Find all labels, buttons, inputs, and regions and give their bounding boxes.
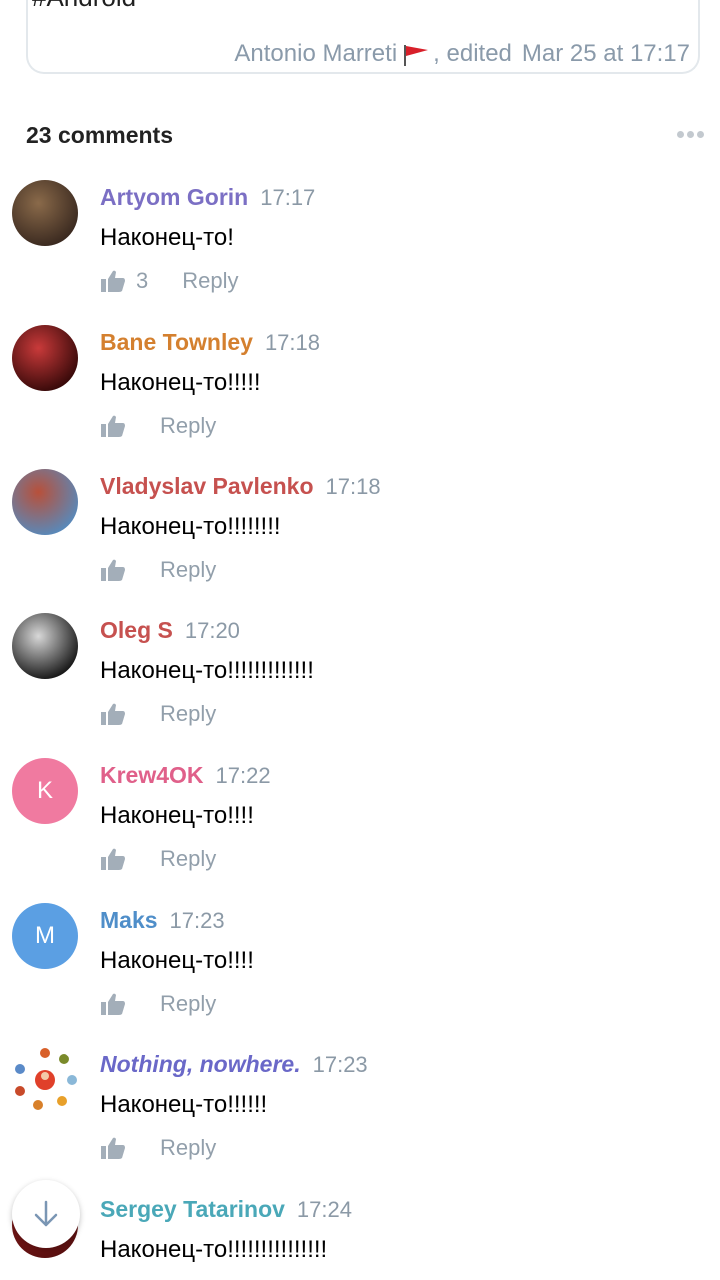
comment-header: Oleg S 17:20 bbox=[100, 617, 240, 644]
reply-button[interactable]: Reply bbox=[160, 991, 216, 1017]
avatar[interactable] bbox=[12, 613, 78, 679]
avatar[interactable]: M bbox=[12, 903, 78, 969]
thumbs-up-icon bbox=[101, 703, 125, 725]
like-button[interactable] bbox=[100, 847, 126, 871]
thumbs-up-icon bbox=[101, 848, 125, 870]
comment-actions: Reply bbox=[100, 991, 216, 1017]
like-button[interactable] bbox=[100, 1136, 126, 1160]
comment-author[interactable]: Krew4OK bbox=[100, 762, 204, 788]
comment-header: Sergey Tatarinov 17:24 bbox=[100, 1196, 352, 1223]
comment-time[interactable]: 17:23 bbox=[313, 1052, 368, 1077]
comment-header: Nothing, nowhere. 17:23 bbox=[100, 1051, 368, 1078]
comment-text: Наконец-то!!!!!!!!!!!!!!! bbox=[100, 1236, 328, 1263]
reply-button[interactable]: Reply bbox=[160, 1135, 216, 1161]
avatar[interactable]: K bbox=[12, 758, 78, 824]
post-author[interactable]: Antonio Marreti bbox=[234, 40, 397, 68]
comment-author[interactable]: Sergey Tatarinov bbox=[100, 1196, 285, 1222]
comment-actions: Reply bbox=[100, 846, 216, 872]
edited-label: , edited bbox=[433, 40, 512, 67]
avatar[interactable] bbox=[12, 469, 78, 535]
comment-item: Vladyslav Pavlenko 17:18 Наконец-то!!!!!!… bbox=[0, 469, 720, 613]
comment-time[interactable]: 17:24 bbox=[297, 1197, 352, 1222]
more-dots-icon[interactable] bbox=[677, 131, 704, 138]
avatar[interactable] bbox=[12, 325, 78, 391]
comment-item: Oleg S 17:20 Наконец-то!!!!!!!!!!!!! Repl… bbox=[0, 613, 720, 757]
like-count: 3 bbox=[136, 268, 149, 293]
post-meta: Antonio Marreti , edited Mar 25 at 17:17 bbox=[234, 40, 690, 68]
comment-author[interactable]: Vladyslav Pavlenko bbox=[100, 473, 314, 499]
comment-actions: 3 Reply bbox=[100, 268, 239, 294]
comment-actions: Reply bbox=[100, 701, 216, 727]
reply-button[interactable]: Reply bbox=[160, 413, 216, 439]
like-button[interactable] bbox=[100, 702, 126, 726]
comment-time[interactable]: 17:22 bbox=[216, 763, 271, 788]
like-button[interactable] bbox=[100, 992, 126, 1016]
comment-item: Bane Townley 17:18 Наконец-то!!!!! Reply bbox=[0, 325, 720, 469]
comment-header: Artyom Gorin 17:17 bbox=[100, 184, 315, 211]
red-flag-icon bbox=[404, 45, 429, 66]
thumbs-up-icon bbox=[101, 1137, 125, 1159]
comment-actions: Reply bbox=[100, 1135, 216, 1161]
reply-button[interactable]: Reply bbox=[182, 268, 238, 294]
comment-header: Bane Townley 17:18 bbox=[100, 329, 320, 356]
like-button[interactable] bbox=[100, 558, 126, 582]
like-button[interactable]: 3 bbox=[100, 268, 148, 294]
comment-author[interactable]: Oleg S bbox=[100, 617, 173, 643]
comment-text: Наконец-то!!!! bbox=[100, 802, 254, 829]
comment-author[interactable]: Bane Townley bbox=[100, 329, 253, 355]
arrow-down-icon bbox=[34, 1200, 58, 1227]
avatar[interactable] bbox=[12, 1047, 78, 1113]
comment-header: Krew4OK 17:22 bbox=[100, 762, 271, 789]
comments-count: 23 comments bbox=[26, 122, 174, 148]
like-button[interactable] bbox=[100, 414, 126, 438]
comment-author[interactable]: Nothing, nowhere. bbox=[100, 1051, 301, 1077]
avatar-letter: M bbox=[35, 922, 55, 949]
comment-time[interactable]: 17:18 bbox=[326, 474, 381, 499]
post-hashtag[interactable]: #Android bbox=[32, 0, 136, 13]
thumbs-up-icon bbox=[101, 415, 125, 437]
comment-item: M Maks 17:23 Наконец-то!!!! Reply bbox=[0, 903, 720, 1047]
comment-text: Наконец-то! bbox=[100, 224, 234, 251]
comment-text: Наконец-то!!!!! bbox=[100, 369, 261, 396]
thumbs-up-icon bbox=[101, 993, 125, 1015]
comment-actions: Reply bbox=[100, 557, 216, 583]
comment-actions: Reply bbox=[100, 413, 216, 439]
comment-author[interactable]: Maks bbox=[100, 907, 158, 933]
comment-time[interactable]: 17:18 bbox=[265, 330, 320, 355]
comment-time[interactable]: 17:17 bbox=[260, 185, 315, 210]
comment-header: Maks 17:23 bbox=[100, 907, 225, 934]
comment-text: Наконец-то!!!! bbox=[100, 947, 254, 974]
comment-item: Sergey Tatarinov 17:24 Наконец-то!!!!!!!!… bbox=[0, 1192, 720, 1280]
reply-button[interactable]: Reply bbox=[160, 846, 216, 872]
reply-button[interactable]: Reply bbox=[160, 557, 216, 583]
post-date[interactable]: Mar 25 at 17:17 bbox=[522, 40, 690, 68]
comment-item: Nothing, nowhere. 17:23 Наконец-то!!!!!! … bbox=[0, 1047, 720, 1191]
thumbs-up-icon bbox=[101, 270, 125, 292]
comment-text: Наконец-то!!!!!!!!!!!!! bbox=[100, 657, 314, 684]
comment-item: K Krew4OK 17:22 Наконец-то!!!! Reply bbox=[0, 758, 720, 902]
scroll-down-button[interactable] bbox=[12, 1180, 80, 1248]
comment-time[interactable]: 17:23 bbox=[170, 908, 225, 933]
comment-time[interactable]: 17:20 bbox=[185, 618, 240, 643]
comment-author[interactable]: Artyom Gorin bbox=[100, 184, 248, 210]
thumbs-up-icon bbox=[101, 559, 125, 581]
comment-header: Vladyslav Pavlenko 17:18 bbox=[100, 473, 381, 500]
comment-text: Наконец-то!!!!!!!! bbox=[100, 513, 281, 540]
comment-item: Artyom Gorin 17:17 Наконец-то! 3 Reply bbox=[0, 180, 720, 324]
reply-button[interactable]: Reply bbox=[160, 701, 216, 727]
avatar-letter: K bbox=[36, 777, 53, 804]
comment-text: Наконец-то!!!!!! bbox=[100, 1091, 268, 1118]
avatar[interactable] bbox=[12, 180, 78, 246]
